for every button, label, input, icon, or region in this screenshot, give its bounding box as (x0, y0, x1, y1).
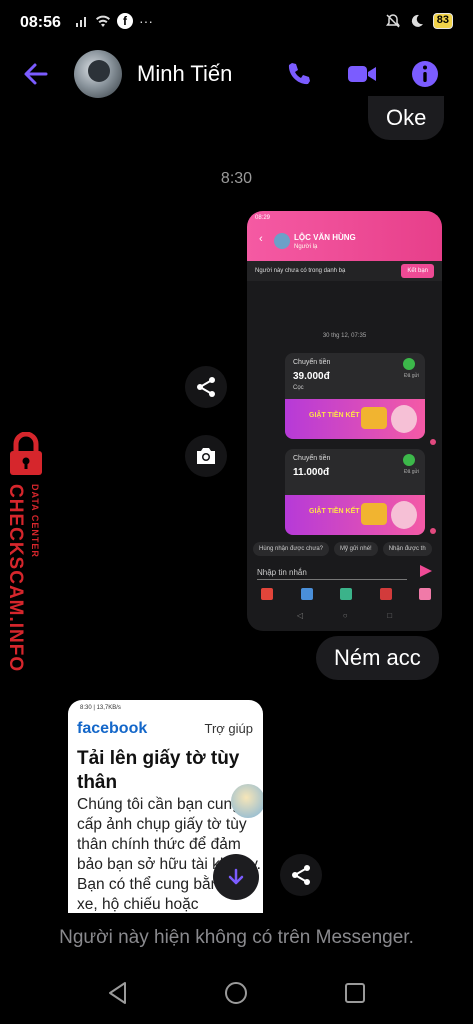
shot1-nav-bar: ◁ ○ □ (247, 611, 442, 620)
status-left-icons: f ··· (75, 13, 153, 29)
shot1-send-icon (420, 565, 432, 577)
shot1-quick-replies: Hùng nhận được chưa? Mỹ gửi nhé! Nhận đư… (253, 542, 432, 556)
transfer-amount: 11.000đ (293, 467, 330, 478)
quick-reply-chip: Mỹ gửi nhé! (334, 542, 378, 556)
message-text: Oke (386, 105, 427, 130)
watermark-lock-icon (10, 432, 42, 475)
contact-name[interactable]: Minh Tiến (137, 61, 232, 87)
system-nav-bar (0, 972, 473, 1012)
shot1-transfer-card-1: Chuyển tiền 39.000đ Đã gửi Cọc GIẬT TIỀN… (285, 353, 425, 439)
moon-icon (411, 14, 423, 27)
nav-back-icon[interactable] (105, 980, 131, 1006)
share-icon (292, 865, 310, 885)
video-call-icon[interactable] (346, 60, 378, 88)
shot1-add-friend-button: Kết bạn (401, 264, 434, 278)
shot1-avatar (274, 233, 290, 249)
message-bubble-oke[interactable]: Oke (368, 96, 445, 140)
message-timestamp: 8:30 (220, 170, 253, 187)
nav-home-icon: ○ (342, 611, 348, 620)
phone-call-icon[interactable] (285, 60, 313, 88)
character-illustration (391, 405, 417, 433)
share-button[interactable] (280, 854, 322, 896)
promo-banner: GIẬT TIỀN KẾT NĂM (285, 399, 425, 439)
transfer-amount: 39.000đ (293, 371, 330, 382)
facebook-logo: facebook (77, 720, 148, 737)
info-icon[interactable] (411, 60, 439, 88)
watermark-text: CHECKSCAM.INFO (5, 484, 26, 673)
nav-recents-icon: □ (387, 611, 393, 620)
message-bubble-nem-acc[interactable]: Ném acc (316, 636, 439, 680)
sticker-badge (231, 784, 263, 818)
share-button[interactable] (185, 366, 227, 408)
scroll-to-bottom-button[interactable] (213, 854, 259, 900)
watermark-subtext: DATA CENTER (30, 484, 40, 558)
shot1-transfer-card-2: Chuyển tiền 11.000đ Đã gửi GIẬT TIỀN KẾT… (285, 449, 425, 535)
shot1-date: 30 thg 12, 07:35 (322, 333, 367, 339)
nav-recents-icon[interactable] (342, 980, 368, 1006)
message-text: Ném acc (334, 645, 421, 670)
shot1-contact-name: LỘC VĂN HÙNG (294, 233, 356, 242)
check-icon (403, 358, 415, 370)
character-illustration (391, 501, 417, 529)
coins-illustration (361, 407, 387, 429)
transfer-status: Đã gửi (403, 373, 419, 379)
more-notifications-icon: ··· (139, 13, 153, 29)
camera-icon (197, 448, 215, 464)
shot1-message-input: Nhập tin nhắn (257, 568, 407, 580)
gif-icon (379, 588, 392, 600)
nav-back-icon: ◁ (296, 611, 304, 620)
transfer-title: Chuyển tiền (293, 455, 331, 462)
signal-icon (76, 17, 86, 27)
bell-off-icon (385, 14, 400, 28)
transfer-title: Chuyển tiền (293, 359, 331, 366)
emoji-icon (419, 588, 431, 600)
arrow-down-icon (228, 868, 244, 885)
heart-reaction-icon (430, 439, 436, 445)
chat-header: Minh Tiến (0, 44, 473, 104)
promo-banner: GIẬT TIỀN KẾT NĂM (285, 495, 425, 535)
facebook-notification-icon: f (117, 13, 133, 29)
shot1-notice-bar: Người này chưa có trong danh bạ Kết bạn (247, 261, 442, 281)
shot1-back-icon: ‹ (259, 233, 263, 245)
shot2-status: 8:30 | 13,7KB/s (80, 705, 121, 711)
sticker-icon (261, 588, 273, 600)
shot1-header: 08:29 ‹ LỘC VĂN HÙNG Người lạ (247, 211, 442, 261)
transfer-status: Đã gửi (403, 469, 419, 475)
shot1-toolbar (261, 588, 431, 600)
image-icon (300, 588, 313, 600)
quick-reply-chip: Hùng nhận được chưa? (253, 542, 330, 556)
share-icon (197, 377, 215, 397)
status-time: 08:56 (20, 14, 61, 31)
image-attachment-chat-screenshot[interactable]: 08:29 ‹ LỘC VĂN HÙNG Người lạ Người này … (247, 211, 442, 631)
heart-reaction-icon (430, 528, 436, 534)
transfer-note: Cọc (293, 385, 304, 391)
nav-home-icon[interactable] (223, 980, 249, 1006)
camera-button[interactable] (185, 435, 227, 477)
help-link: Trợ giúp (204, 721, 253, 736)
shot1-status-time: 08:29 (255, 215, 271, 221)
coins-illustration (361, 503, 387, 525)
battery-indicator: 83 (432, 13, 453, 29)
back-arrow-icon[interactable] (22, 60, 50, 88)
shot1-contact-subtitle: Người lạ (294, 244, 318, 250)
status-right-icons: 83 (385, 13, 453, 29)
check-icon (403, 454, 415, 466)
camera-icon (340, 588, 352, 600)
shot1-notice-text: Người này chưa có trong danh bạ (255, 268, 346, 274)
quick-reply-chip: Nhận được th (382, 542, 432, 556)
contact-avatar[interactable] (74, 50, 122, 98)
page-title: Tải lên giấy tờ tùy thân (77, 748, 240, 793)
status-bar: 08:56 f ··· 83 (0, 0, 473, 44)
wifi-icon (96, 15, 110, 27)
unavailable-notice: Người này hiện không có trên Messenger. (59, 927, 414, 948)
